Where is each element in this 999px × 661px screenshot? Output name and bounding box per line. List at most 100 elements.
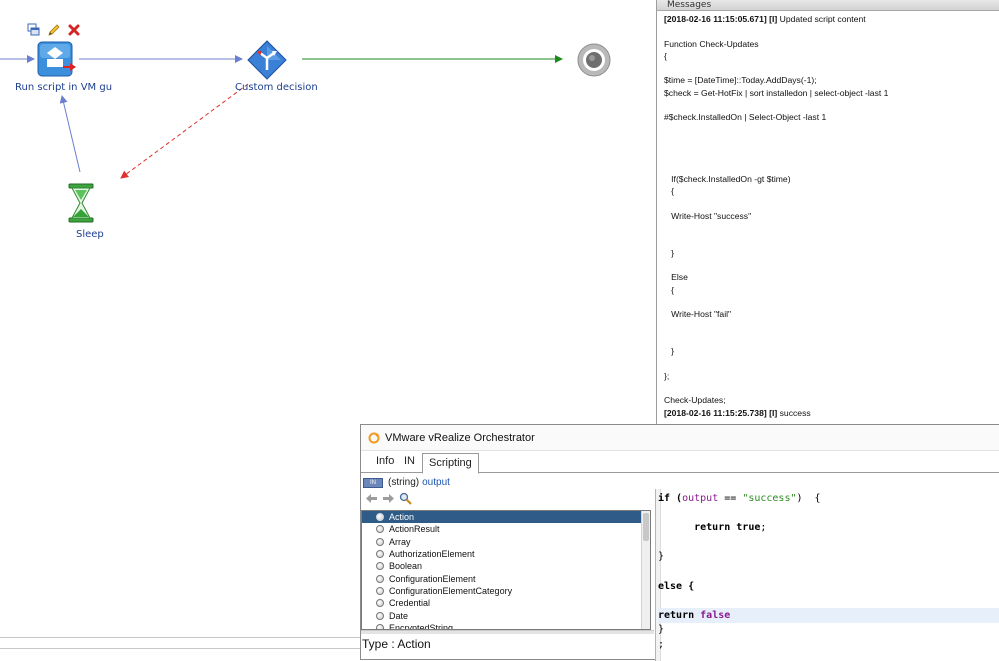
dialog-titlebar[interactable]: VMware vRealize Orchestrator: [361, 425, 999, 451]
type-label: EncryptedString: [389, 622, 454, 630]
dialog-title: VMware vRealize Orchestrator: [385, 431, 535, 444]
decision-node-icon[interactable]: [247, 40, 287, 80]
api-type-list[interactable]: Action ActionResult Array AuthorizationElem…: [361, 510, 651, 630]
message-text: Function Check-Updates: [664, 38, 759, 49]
message-line: [664, 296, 999, 308]
message-line: [664, 124, 999, 136]
message-line: {: [664, 50, 999, 62]
type-icon: [376, 599, 384, 608]
type-list-item[interactable]: EncryptedString: [362, 622, 650, 630]
type-list-item[interactable]: Array: [362, 536, 650, 548]
link-sleep-to-script: [59, 95, 81, 173]
code-line[interactable]: ;: [658, 637, 999, 652]
type-icon: [376, 611, 384, 620]
message-line: #$check.InstalledOn | Select-Object -las…: [664, 111, 999, 123]
code-line[interactable]: else {: [658, 579, 999, 594]
message-line: Else: [664, 271, 999, 283]
end-node-icon[interactable]: [576, 42, 612, 78]
type-label: Date: [389, 610, 409, 621]
forward-arrow-icon[interactable]: [382, 493, 395, 504]
code-token: if (: [658, 493, 683, 504]
message-line: [664, 161, 999, 173]
code-token: ;: [760, 522, 767, 533]
type-label: ActionResult: [389, 524, 440, 535]
link-decision-to-sleep: [120, 83, 249, 179]
type-label: Action: [389, 512, 415, 523]
vro-logo-icon: [368, 432, 380, 443]
message-line: }: [664, 247, 999, 259]
pencil-icon[interactable]: [47, 23, 61, 37]
decision-node-label[interactable]: Custom decision: [235, 82, 318, 93]
message-text: Else: [664, 272, 688, 283]
message-text: };: [664, 370, 670, 381]
vro-dialog: VMware vRealize Orchestrator Info IN Scr…: [360, 424, 999, 661]
close-icon[interactable]: [67, 23, 81, 37]
type-list-item[interactable]: AuthorizationElement: [362, 548, 650, 560]
panel-splitter[interactable]: [361, 630, 654, 634]
code-line[interactable]: if (output == "success") {: [658, 491, 999, 506]
code-token: false: [700, 610, 731, 621]
code-token: return: [658, 610, 701, 621]
message-text: {: [664, 186, 675, 197]
code-line[interactable]: }: [658, 549, 999, 564]
code-token: return: [658, 522, 737, 533]
message-text: }: [664, 247, 675, 258]
message-text: $time = [DateTime]::Today.AddDays(-1);: [664, 75, 817, 86]
type-info: Type : Action: [362, 637, 431, 651]
message-line: [664, 25, 999, 37]
type-icon: [376, 513, 384, 522]
tab-info[interactable]: Info: [376, 455, 394, 467]
type-list-item[interactable]: ActionResult: [362, 523, 650, 535]
dialog-tabbar: Info IN Scripting: [361, 453, 999, 474]
code-token: true: [736, 522, 761, 533]
message-line: [664, 259, 999, 271]
code-token: "success": [742, 493, 797, 504]
message-line: If($check.InstalledOn -gt $time): [664, 173, 999, 185]
type-list-scrollbar[interactable]: [641, 511, 650, 629]
search-icon[interactable]: [399, 492, 412, 505]
message-timestamp: [2018-02-16 11:15:05.671] [I]: [664, 14, 778, 24]
type-list-item[interactable]: Date: [362, 609, 650, 621]
type-list-item[interactable]: ConfigurationElementCategory: [362, 585, 650, 597]
canvas-divider: [0, 637, 360, 638]
message-text: #$check.InstalledOn | Select-Object -las…: [664, 112, 827, 123]
script-node-icon[interactable]: [37, 41, 79, 77]
code-line[interactable]: return false: [658, 608, 999, 623]
messages-panel: Messages [2018-02-16 11:15:05.671] [I] U…: [656, 0, 999, 425]
script-editor[interactable]: if (output == "success") { return true; …: [655, 489, 999, 661]
window-icon[interactable]: [27, 23, 41, 37]
tab-in[interactable]: IN: [404, 455, 415, 467]
code-token: output: [682, 493, 719, 504]
message-line: [664, 136, 999, 148]
type-list-item[interactable]: Action: [362, 511, 650, 524]
type-icon: [376, 537, 384, 546]
code-line[interactable]: }: [658, 622, 999, 637]
tab-scripting[interactable]: Scripting: [422, 453, 479, 474]
type-list-item[interactable]: Boolean: [362, 560, 650, 572]
message-line: [664, 382, 999, 394]
type-label: ConfigurationElementCategory: [389, 585, 513, 596]
back-arrow-icon[interactable]: [365, 493, 378, 504]
type-icon: [376, 586, 384, 595]
script-node-label[interactable]: Run script in VM gu: [15, 82, 112, 93]
type-label: ConfigurationElement: [389, 573, 476, 584]
messages-log: [2018-02-16 11:15:05.671] [I] Updated sc…: [657, 11, 999, 419]
message-line: [664, 222, 999, 234]
message-text: Write-Host "success": [664, 210, 752, 221]
code-line[interactable]: return true;: [658, 520, 999, 535]
hourglass-icon[interactable]: [67, 183, 95, 223]
output-name[interactable]: output: [422, 477, 450, 488]
sleep-node-label[interactable]: Sleep: [76, 229, 104, 240]
code-token: ) {: [796, 493, 821, 504]
message-line: Write-Host "fail": [664, 308, 999, 320]
output-variable-row[interactable]: IN (string) output: [363, 477, 450, 488]
message-line: [2018-02-16 11:15:05.671] [I] Updated sc…: [664, 13, 999, 25]
message-line: Check-Updates;: [664, 394, 999, 406]
message-line: [664, 320, 999, 332]
message-line: Write-Host "success": [664, 210, 999, 222]
type-list-item[interactable]: ConfigurationElement: [362, 572, 650, 584]
messages-header: Messages: [657, 0, 999, 11]
output-type: (string): [388, 477, 420, 488]
type-list-item[interactable]: Credential: [362, 597, 650, 609]
type-label: Credential: [389, 598, 431, 609]
